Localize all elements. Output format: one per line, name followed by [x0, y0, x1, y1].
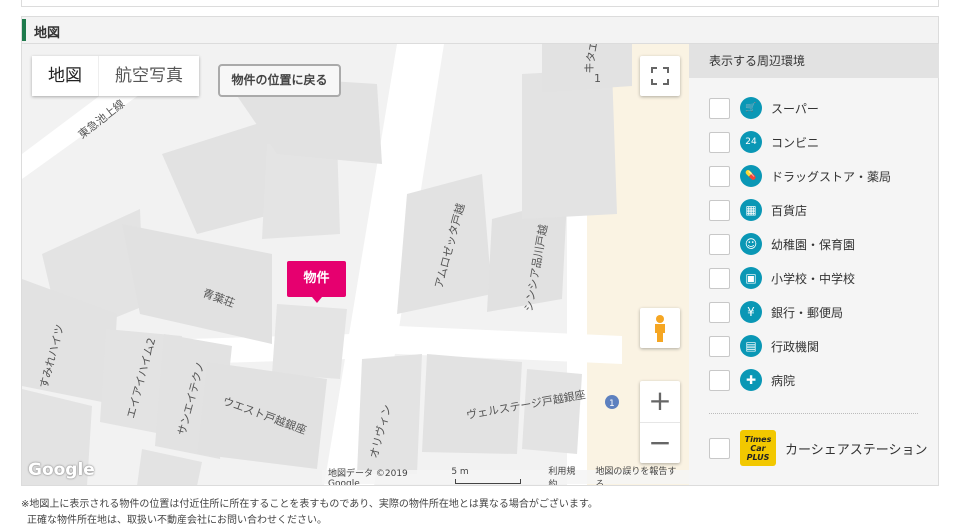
map-type-control: 地図 航空写真 — [32, 56, 199, 96]
zoom-in-button[interactable]: + — [640, 381, 680, 422]
facility-item[interactable]: ▣ 小学校・中学校 — [709, 266, 855, 290]
tab-map[interactable]: 地図 — [32, 56, 99, 96]
facility-item[interactable]: 🛒 スーパー — [709, 96, 819, 120]
return-to-property-button[interactable]: 物件の位置に戻る — [218, 64, 341, 97]
facility-item[interactable]: ¥ 銀行・郵便局 — [709, 300, 843, 324]
checkbox[interactable] — [709, 369, 730, 391]
convenience-store-icon: 24 — [740, 131, 762, 153]
facility-item[interactable]: ▤ 行政機関 — [709, 334, 819, 358]
previous-section-edge — [21, 0, 939, 7]
logo-text: Car — [750, 443, 766, 453]
facility-label: 行政機関 — [771, 339, 820, 354]
property-marker-tip — [312, 297, 322, 303]
facility-label: 幼稚園・保育園 — [771, 237, 856, 252]
cart-icon: 🛒 — [740, 97, 762, 119]
section-header: 地図 — [21, 16, 939, 44]
facility-item[interactable]: ▦ 百貨店 — [709, 198, 807, 222]
scale-label: 5 m — [451, 467, 469, 477]
pill-icon: 💊 — [740, 165, 762, 187]
scale-bar — [455, 479, 522, 484]
checkbox[interactable] — [709, 335, 730, 357]
facility-item[interactable]: 24 コンビニ — [709, 130, 819, 154]
times-car-plus-icon: Times Car PLUS — [740, 430, 776, 466]
facility-item[interactable]: 💊 ドラッグストア・薬局 — [709, 164, 891, 188]
facility-item[interactable]: ✚ 病院 — [709, 368, 795, 392]
checkbox[interactable] — [709, 165, 730, 187]
tab-satellite[interactable]: 航空写真 — [99, 56, 199, 96]
report-error-link[interactable]: 地図の誤りを報告する — [595, 464, 683, 485]
map-disclaimer: ※地図上に表示される物件の位置は付近住所に所在することを表すものであり、実際の物… — [21, 497, 598, 529]
map-attribution: 地図データ ©2019 Google 5 m 利用規約 地図の誤りを報告する — [322, 467, 689, 485]
facility-label: 小学校・中学校 — [771, 271, 856, 286]
checkbox[interactable] — [709, 233, 730, 255]
checkbox[interactable] — [709, 301, 730, 323]
checkbox[interactable] — [709, 131, 730, 153]
logo-text: Times — [744, 434, 772, 444]
section-title: 地図 — [34, 26, 61, 41]
facility-label: 百貨店 — [771, 203, 808, 218]
facility-label: カーシェアステーション — [785, 442, 928, 458]
map-base[interactable]: 青葉荘 すみれハイツ エイアイハイム2 サンエイテクノ ウエスト戸越銀座 アムロ… — [22, 44, 689, 486]
route-badge: 1 — [609, 399, 615, 409]
fullscreen-button[interactable] — [640, 56, 680, 96]
zoom-control: + − — [640, 381, 680, 463]
logo-text: PLUS — [746, 452, 770, 462]
facilities-header: 表示する周辺環境 — [689, 44, 939, 78]
department-store-icon: ▦ — [740, 199, 762, 221]
facility-label: 病院 — [771, 373, 796, 388]
section-accent-bar — [22, 19, 26, 41]
zoom-out-button[interactable]: − — [640, 422, 680, 463]
facility-label: 銀行・郵便局 — [771, 305, 844, 320]
checkbox[interactable] — [709, 199, 730, 221]
school-bag-icon: ▣ — [740, 267, 762, 289]
street-view-button[interactable] — [640, 308, 680, 348]
checkbox[interactable] — [709, 267, 730, 289]
map-data-credit: 地図データ ©2019 Google — [328, 468, 408, 486]
facility-label: スーパー — [771, 101, 819, 116]
disclaimer-line: ※地図上に表示される物件の位置は付近住所に所在することを表すものであり、実際の物… — [21, 499, 598, 510]
divider — [709, 413, 918, 414]
bank-icon: ¥ — [740, 301, 762, 323]
block-number: 1 — [594, 72, 601, 85]
facility-label: コンビニ — [771, 135, 820, 150]
google-logo: Google — [28, 460, 95, 480]
hospital-icon: ✚ — [740, 369, 762, 391]
property-marker[interactable]: 物件 — [287, 261, 346, 297]
kindergarten-icon: ☺ — [740, 233, 762, 255]
nearby-facilities-panel: 表示する周辺環境 🛒 スーパー 24 コンビニ 💊 ドラッグストア・薬局 ▦ 百貨店 ☺ 幼稚園・… — [689, 44, 939, 486]
checkbox[interactable] — [709, 97, 730, 119]
terms-link[interactable]: 利用規約 — [548, 464, 583, 485]
facility-label: ドラッグストア・薬局 — [771, 169, 892, 184]
map-canvas[interactable]: 青葉荘 すみれハイツ エイアイハイム2 サンエイテクノ ウエスト戸越銀座 アムロ… — [21, 44, 689, 486]
pegman-icon — [655, 315, 665, 342]
scale-indicator: 5 m — [451, 467, 536, 485]
checkbox[interactable] — [709, 437, 730, 459]
facility-item-carshare[interactable]: Times Car PLUS カーシェアステーション — [709, 430, 927, 466]
government-icon: ▤ — [740, 335, 762, 357]
facility-item[interactable]: ☺ 幼稚園・保育園 — [709, 232, 855, 256]
fullscreen-icon — [651, 67, 669, 85]
